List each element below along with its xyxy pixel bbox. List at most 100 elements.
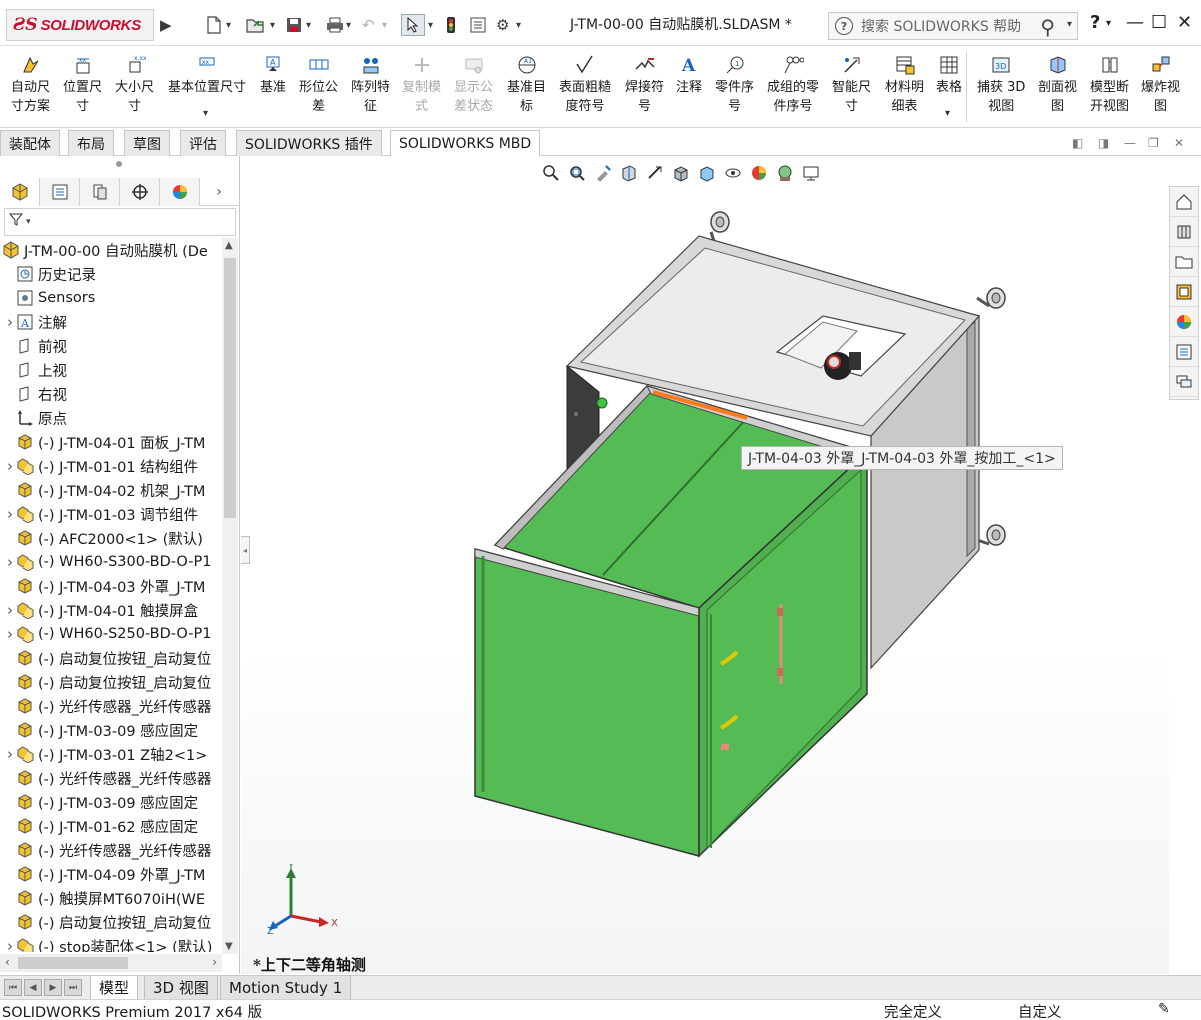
scroll-down-icon[interactable]: ▼: [225, 941, 233, 952]
tree-item[interactable]: 前视: [4, 334, 67, 358]
graphics-area[interactable]: ◂ J-TM-04-03 外罩_J-TM-04-03 外罩_按加工_<1> Y …: [241, 156, 1169, 974]
solidworks-forum-icon[interactable]: [1170, 367, 1198, 397]
save-dropdown-icon[interactable]: ▾: [306, 14, 311, 36]
tab-motion-study[interactable]: Motion Study 1: [220, 976, 352, 999]
size-dimension-button[interactable]: x.xx 大小尺 寸: [115, 54, 154, 116]
surface-finish-button[interactable]: 表面粗糙 度符号: [559, 54, 611, 116]
minimize-icon[interactable]: —: [1126, 12, 1144, 33]
rebuild-status-icon[interactable]: ✎: [1158, 1001, 1170, 1017]
custom-properties-icon[interactable]: [1170, 337, 1198, 367]
tree-item[interactable]: (-) 启动复位按钮_启动复位: [4, 646, 211, 670]
tree-item[interactable]: (-) J-TM-04-01 面板_J-TM: [4, 430, 205, 454]
dimxpert-manager-tab[interactable]: [120, 178, 160, 206]
options-gear-icon[interactable]: ⚙: [496, 14, 509, 36]
tree-item[interactable]: (-) J-TM-04-02 机架_J-TM: [4, 478, 205, 502]
search-dropdown-icon[interactable]: ▾: [1067, 19, 1072, 30]
new-dropdown-icon[interactable]: ▾: [226, 14, 231, 36]
configuration-manager-tab[interactable]: [80, 178, 120, 206]
solidworks-resources-icon[interactable]: [1170, 187, 1198, 217]
manager-tabs-more-icon[interactable]: ›: [200, 178, 238, 205]
tab-3d-views[interactable]: 3D 视图: [144, 976, 218, 999]
tree-item[interactable]: 历史记录: [4, 262, 96, 286]
tab-solidworks-addins[interactable]: SOLIDWORKS 插件: [236, 130, 382, 156]
open-icon[interactable]: [246, 14, 266, 36]
tree-item[interactable]: › (-) J-TM-04-01 触摸屏盒: [4, 598, 198, 622]
tab-solidworks-mbd[interactable]: SOLIDWORKS MBD: [390, 130, 541, 156]
tree-item[interactable]: 原点: [4, 406, 67, 430]
location-dimension-button[interactable]: xx 位置尺 寸: [63, 54, 102, 116]
tree-root-assembly[interactable]: J-TM-00-00 自动贴膜机 (De: [2, 238, 208, 262]
expand-arrow-icon[interactable]: ›: [4, 745, 16, 763]
copy-scheme-button[interactable]: 复制模 式: [402, 54, 441, 116]
tree-item[interactable]: (-) J-TM-04-03 外罩_J-TM: [4, 574, 205, 598]
tree-item[interactable]: (-) 触摸屏MT6070iH(WE: [4, 886, 205, 910]
prev-tab-icon[interactable]: ◀: [24, 979, 42, 996]
help-search-input[interactable]: ? 搜索 SOLIDWORKS 帮助 ⚲ ▾: [828, 12, 1078, 40]
property-manager-tab[interactable]: [40, 178, 80, 206]
smart-dimension-button[interactable]: 智能尺 寸: [832, 54, 871, 116]
first-tab-icon[interactable]: ⏮: [4, 979, 22, 996]
search-icon[interactable]: ⚲: [1040, 15, 1055, 39]
datum-button[interactable]: A 基准: [260, 54, 286, 97]
tree-item[interactable]: (-) 光纤传感器_光纤传感器: [4, 694, 211, 718]
doc-close-icon[interactable]: ✕: [1174, 136, 1184, 150]
basic-location-dimension-button[interactable]: xx 基本位置尺寸: [168, 54, 246, 97]
tree-horizontal-scrollbar[interactable]: ‹ ›: [0, 954, 222, 972]
tile-right-icon[interactable]: ◨: [1098, 136, 1109, 150]
hscroll-thumb[interactable]: [18, 957, 128, 969]
tab-evaluate[interactable]: 评估: [180, 130, 226, 156]
next-tab-icon[interactable]: ▶: [44, 979, 62, 996]
unit-system[interactable]: 自定义: [1018, 1001, 1062, 1020]
scroll-up-icon[interactable]: ▲: [225, 240, 233, 251]
tree-item[interactable]: (-) 启动复位按钮_启动复位: [4, 670, 211, 694]
tile-left-icon[interactable]: ◧: [1072, 136, 1083, 150]
tree-item[interactable]: › A 注解: [4, 310, 67, 334]
tree-item[interactable]: › (-) J-TM-01-03 调节组件: [4, 502, 198, 526]
rebuild-traffic-light-icon[interactable]: [446, 14, 456, 36]
new-document-icon[interactable]: [206, 14, 222, 36]
tree-item[interactable]: › (-) WH60-S300-BD-O-P1: [4, 550, 211, 574]
tree-item[interactable]: (-) J-TM-03-09 感应固定: [4, 718, 198, 742]
basic-location-dropdown-icon[interactable]: ▾: [203, 108, 208, 119]
pattern-feature-button[interactable]: 阵列特 征: [351, 54, 390, 116]
file-properties-icon[interactable]: [470, 14, 486, 36]
select-dropdown-icon[interactable]: ▾: [428, 14, 433, 36]
show-tolerance-status-button[interactable]: 显示公 差状态: [454, 54, 493, 116]
note-button[interactable]: A 注释: [676, 54, 702, 97]
table-dropdown-icon[interactable]: ▾: [945, 108, 950, 119]
options-dropdown-icon[interactable]: ▾: [516, 14, 521, 36]
tab-sketch[interactable]: 草图: [124, 130, 170, 156]
last-tab-icon[interactable]: ⏭: [64, 979, 82, 996]
scroll-left-icon[interactable]: ‹: [5, 955, 10, 969]
file-explorer-icon[interactable]: [1170, 247, 1198, 277]
expand-arrow-icon[interactable]: ›: [4, 553, 16, 571]
print-dropdown-icon[interactable]: ▾: [346, 14, 351, 36]
scroll-thumb[interactable]: [224, 258, 236, 518]
open-dropdown-icon[interactable]: ▾: [270, 14, 275, 36]
tab-layout[interactable]: 布局: [68, 130, 114, 156]
expand-arrow-icon[interactable]: ›: [4, 625, 16, 643]
tree-vertical-scrollbar[interactable]: ▲ ▼: [222, 238, 238, 954]
print-icon[interactable]: [326, 14, 344, 36]
scroll-right-icon[interactable]: ›: [212, 955, 217, 969]
tree-item[interactable]: Sensors: [4, 286, 95, 310]
view-palette-icon[interactable]: [1170, 277, 1198, 307]
exploded-view-button[interactable]: 爆炸视 图: [1141, 54, 1180, 116]
undo-dropdown-icon[interactable]: ▾: [382, 14, 387, 36]
assembly-model-render[interactable]: [241, 156, 1169, 974]
datum-target-button[interactable]: A1 基准目 标: [507, 54, 546, 116]
weld-symbol-button[interactable]: 焊接符 号: [625, 54, 664, 116]
tree-item[interactable]: › (-) J-TM-01-01 结构组件: [4, 454, 198, 478]
solidworks-logo[interactable]: ƧS SOLIDWORKS: [6, 9, 154, 41]
balloon-button[interactable]: 1 零件序 号: [715, 54, 754, 116]
menu-expand-arrow-icon[interactable]: ▶: [160, 14, 172, 36]
tree-item[interactable]: (-) J-TM-01-62 感应固定: [4, 814, 198, 838]
geometric-tolerance-button[interactable]: 形位公 差: [299, 54, 338, 116]
expand-arrow-icon[interactable]: ›: [4, 505, 16, 523]
tree-item[interactable]: (-) 光纤传感器_光纤传感器: [4, 838, 211, 862]
bom-button[interactable]: 材料明 细表: [885, 54, 924, 116]
tree-item[interactable]: › (-) WH60-S250-BD-O-P1: [4, 622, 211, 646]
filter-dropdown-icon[interactable]: ▾: [26, 217, 31, 227]
expand-arrow-icon[interactable]: ›: [4, 457, 16, 475]
close-icon[interactable]: ✕: [1177, 12, 1192, 33]
